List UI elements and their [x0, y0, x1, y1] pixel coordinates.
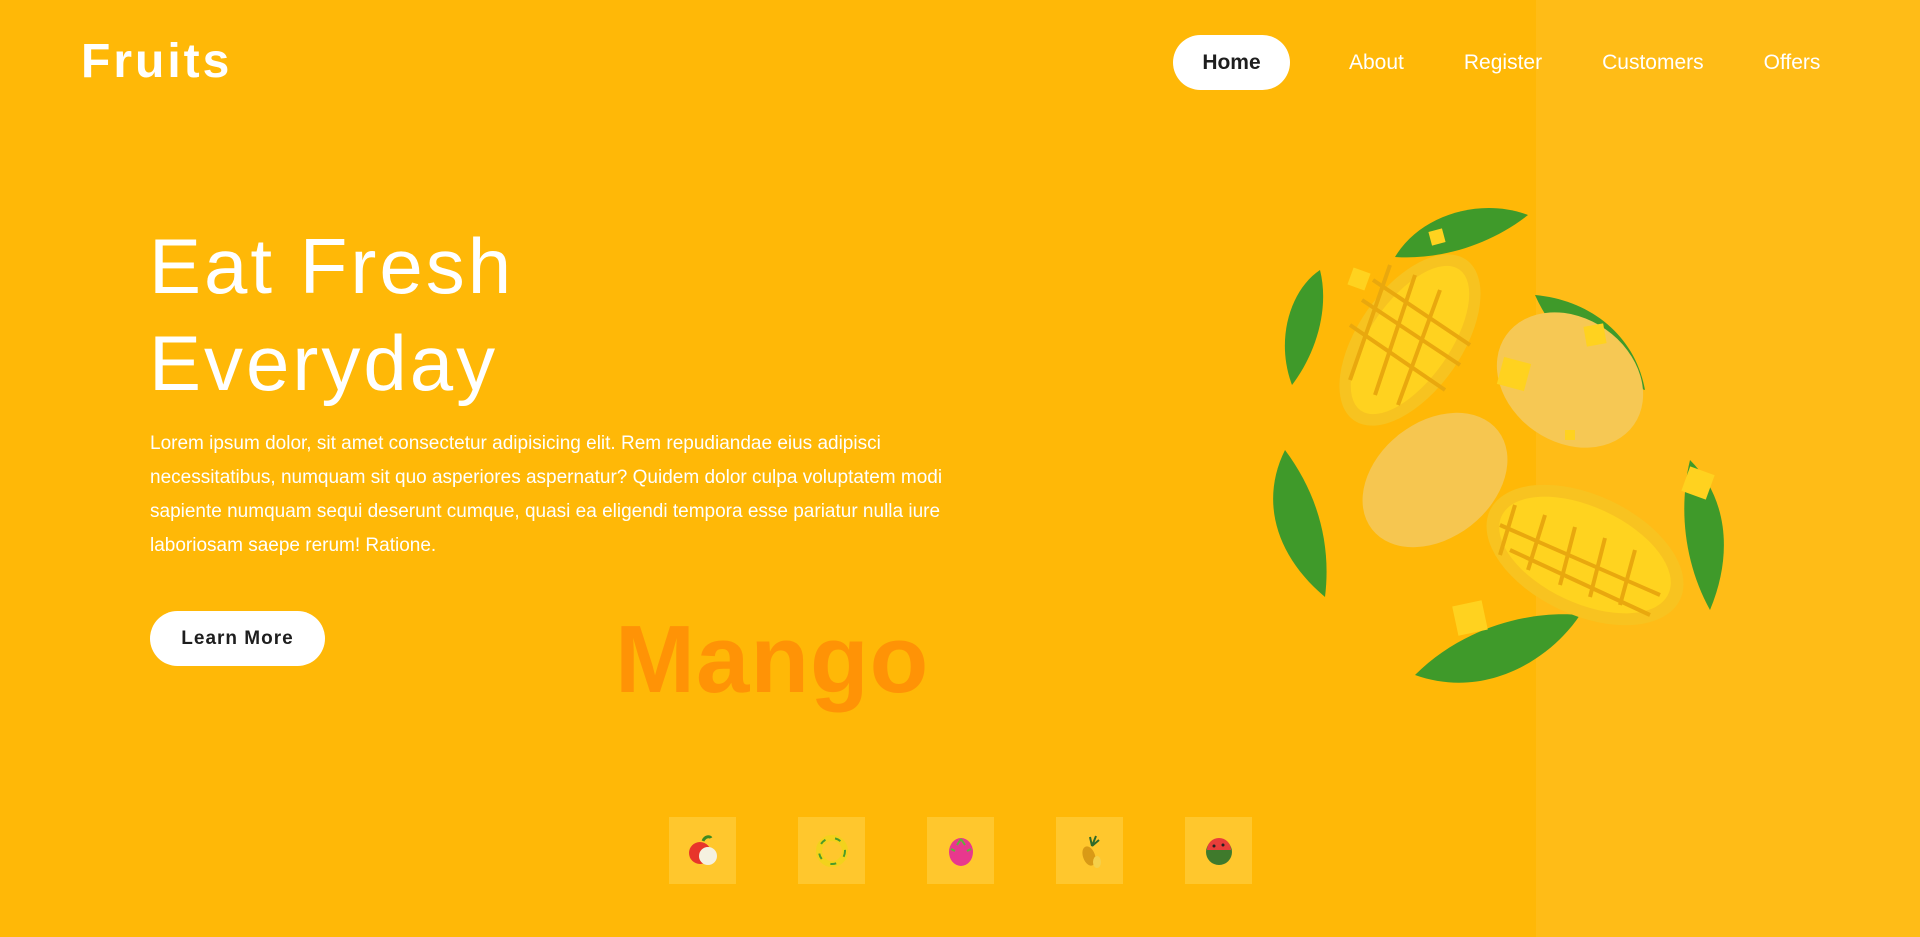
- background-fruit-name: Mango: [615, 606, 930, 713]
- hero-title-line-1: Eat Fresh: [149, 222, 515, 310]
- thumb-banana[interactable]: [798, 817, 865, 884]
- apple-icon: [688, 834, 717, 865]
- learn-more-button[interactable]: Learn More: [150, 611, 325, 666]
- nav-item-offers[interactable]: Offers: [1764, 35, 1821, 90]
- nav-item-home[interactable]: Home: [1173, 35, 1290, 90]
- hero-description: Lorem ipsum dolor, sit amet consectetur …: [150, 433, 943, 556]
- mango-illustration: [1273, 208, 1724, 683]
- banana-icon: [815, 834, 848, 867]
- nav-item-about[interactable]: About: [1349, 35, 1404, 90]
- hero-title: Eat Fresh Everyday: [149, 218, 514, 412]
- thumb-apple[interactable]: [669, 817, 736, 884]
- nav-item-register[interactable]: Register: [1464, 35, 1542, 90]
- nav-item-customers[interactable]: Customers: [1602, 35, 1704, 90]
- main-nav: Home About Register Customers Offers: [1173, 35, 1820, 90]
- hero-title-line-2: Everyday: [149, 319, 499, 407]
- thumb-watermelon[interactable]: [1185, 817, 1252, 884]
- thumb-pineapple[interactable]: [1056, 817, 1123, 884]
- watermelon-icon: [1205, 837, 1232, 865]
- site-logo[interactable]: Fruits: [81, 34, 232, 89]
- dragonfruit-icon: [948, 837, 973, 866]
- pineapple-icon: [1081, 835, 1101, 868]
- fruit-thumbnails: [669, 817, 1252, 884]
- thumb-dragonfruit[interactable]: [927, 817, 994, 884]
